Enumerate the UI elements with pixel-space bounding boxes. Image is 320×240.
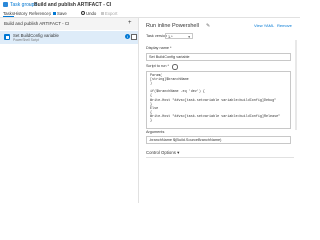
info-icon[interactable]: i: [125, 34, 130, 39]
export-icon: [101, 12, 104, 15]
powershell-icon: [4, 34, 10, 40]
tab-history[interactable]: History: [14, 11, 27, 16]
code-line: Write-Host "##vso[task.setvariable varia…: [150, 114, 281, 119]
undo-button[interactable]: Undo: [81, 11, 96, 16]
task-enabled-checkbox[interactable]: [131, 34, 137, 40]
task-heading: Run inline Powershell: [146, 23, 199, 29]
page-title: Build and publish ARTIFACT - CI: [34, 2, 112, 8]
undo-icon: [81, 11, 85, 15]
breadcrumb-task-groups[interactable]: Task groups: [10, 2, 37, 8]
undo-label: Undo: [86, 11, 97, 16]
edit-pencil-icon[interactable]: ✎: [206, 23, 210, 30]
export-button[interactable]: Export: [101, 11, 117, 16]
control-options-label: Control Options: [146, 150, 176, 155]
script-label: Script to run *: [146, 64, 170, 68]
code-line: Write-Host "##vso[task.setvariable varia…: [150, 98, 277, 103]
arguments-field[interactable]: -branchName $(Build.SourceBranchName): [146, 136, 291, 144]
control-options-divider: [146, 157, 294, 158]
task-version-select[interactable]: 1.* ▾: [165, 33, 193, 39]
control-options-toggle[interactable]: Control Options ▾: [146, 150, 179, 156]
remove-task-link[interactable]: Remove: [277, 23, 292, 29]
chevron-down-icon: ▾: [177, 150, 180, 155]
chevron-down-icon: ▾: [188, 35, 190, 39]
toolbar-divider: [49, 12, 50, 16]
script-info-icon[interactable]: [172, 64, 178, 70]
breadcrumb-separator: ›: [29, 2, 31, 8]
save-button[interactable]: Save: [53, 11, 67, 16]
display-name-label: Display name *: [146, 46, 172, 50]
task-version-value: 1.*: [168, 35, 173, 39]
scrollbar[interactable]: [295, 40, 297, 130]
code-line: }: [150, 119, 153, 124]
display-name-field[interactable]: Set BuildConfig variable: [146, 53, 291, 61]
task-group-header[interactable]: Build and publish ARTIFACT - CI +: [0, 18, 138, 30]
task-group-editor: Task groups › Build and publish ARTIFACT…: [0, 0, 300, 203]
task-group-icon: [3, 2, 8, 7]
task-type: PowerShell Script: [13, 38, 40, 42]
task-details-panel: Run inline Powershell ✎ View YAML Remove…: [139, 18, 300, 203]
export-label: Export: [105, 11, 118, 16]
script-editor[interactable]: Param( [string]$branchName ) if($branchN…: [146, 71, 291, 129]
header: Task groups › Build and publish ARTIFACT…: [0, 0, 300, 10]
task-group-title: Build and publish ARTIFACT - CI: [4, 21, 70, 26]
tab-references[interactable]: References: [29, 11, 51, 16]
arguments-label: Arguments: [146, 130, 165, 134]
task-list-panel: Build and publish ARTIFACT - CI + Set Bu…: [0, 18, 139, 203]
save-label: Save: [57, 11, 67, 16]
view-yaml-link[interactable]: View YAML: [254, 23, 274, 29]
add-task-icon[interactable]: +: [128, 20, 132, 27]
task-version-label: Task version: [146, 34, 168, 38]
task-item-set-buildconfig[interactable]: Set BuildConfig variable PowerShell Scri…: [0, 31, 138, 44]
save-icon: [53, 12, 56, 15]
